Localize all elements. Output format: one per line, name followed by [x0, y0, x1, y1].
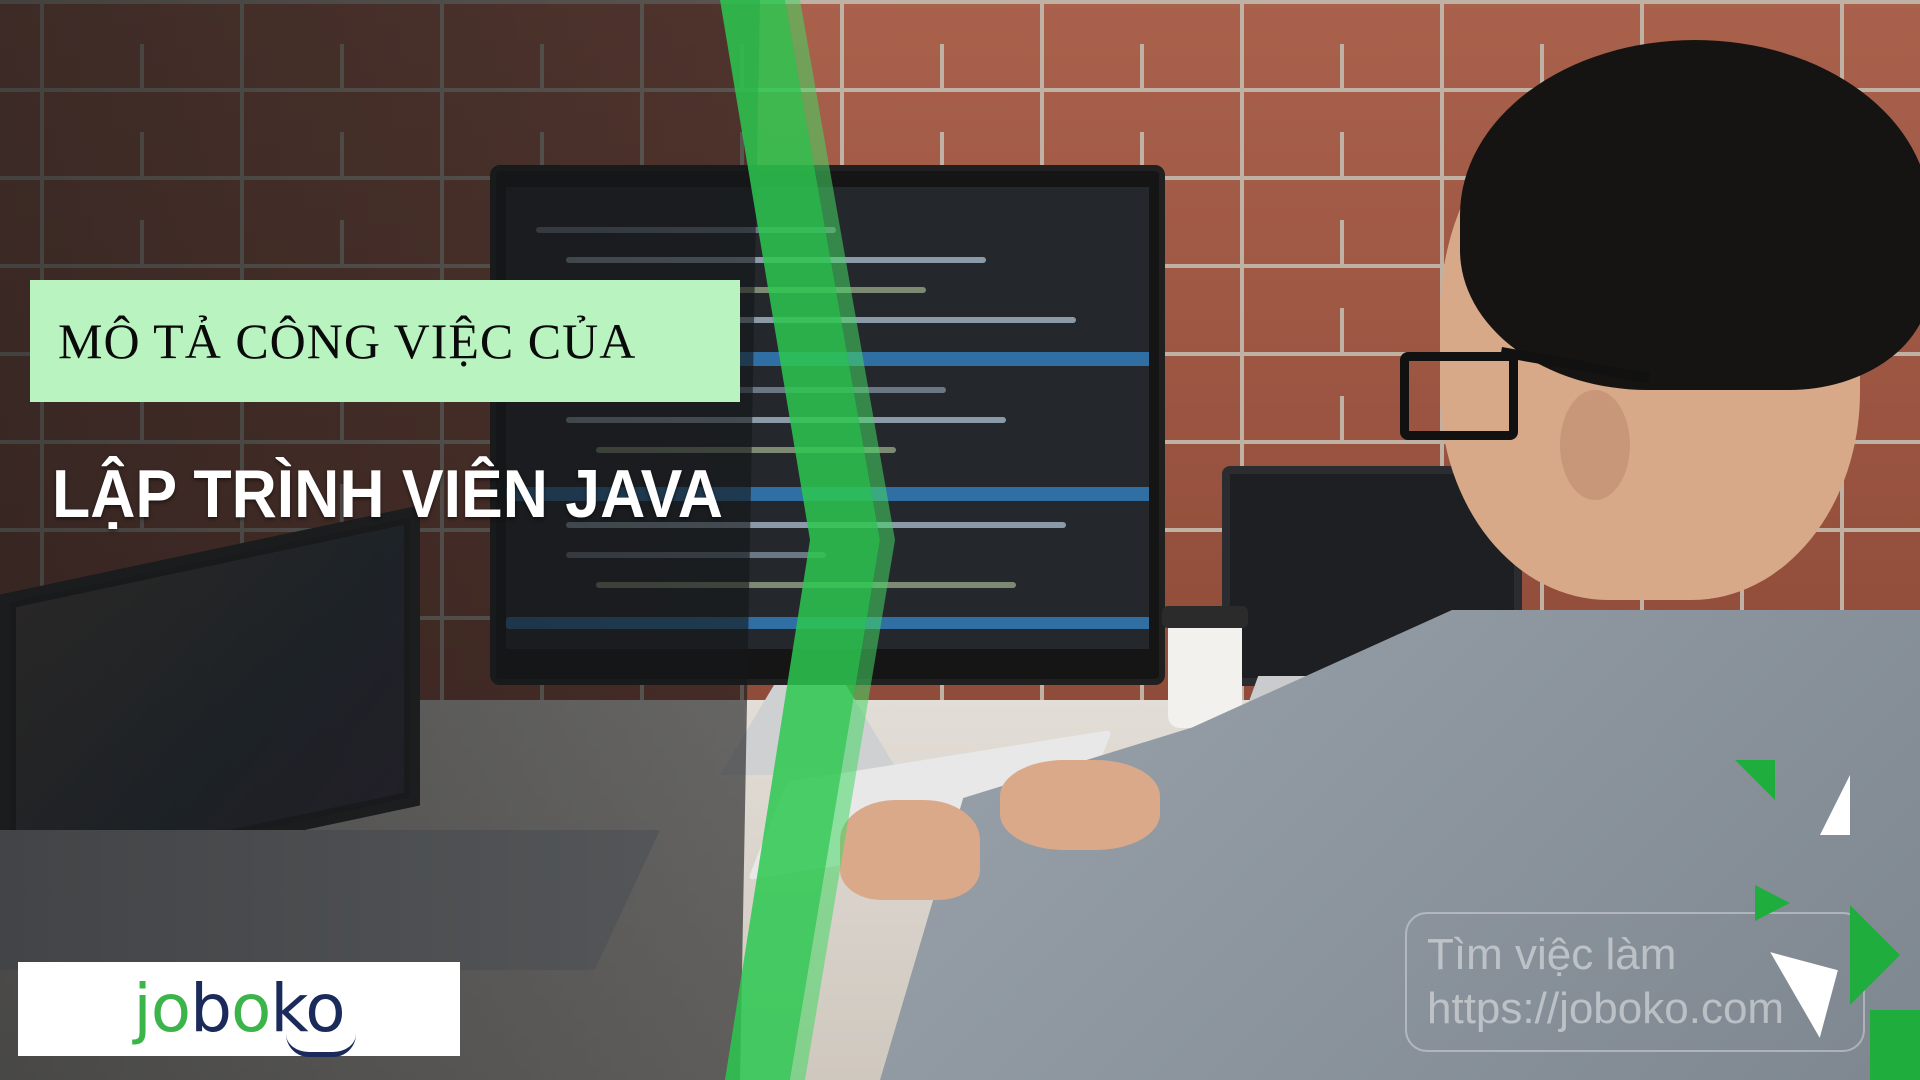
person-hair — [1460, 40, 1920, 390]
person-ear — [1560, 390, 1630, 500]
green-triangle-icon — [1735, 760, 1775, 800]
glasses — [1400, 352, 1518, 440]
person-hand-left — [840, 800, 980, 900]
logo-text-o: o — [230, 970, 271, 1047]
logo-wordmark: joboko — [133, 976, 345, 1042]
main-title: LẬP TRÌNH VIÊN JAVA — [52, 456, 723, 532]
subtitle-box: MÔ TẢ CÔNG VIỆC CỦA — [30, 280, 740, 402]
green-arrow-icon — [1850, 905, 1900, 1005]
white-triangle-icon — [1820, 775, 1850, 835]
job-banner: MÔ TẢ CÔNG VIỆC CỦA LẬP TRÌNH VIÊN JAVA … — [0, 0, 1920, 1080]
joboko-logo[interactable]: joboko — [18, 962, 460, 1057]
logo-text-jo: jo — [133, 970, 191, 1047]
logo-smile-icon — [286, 1034, 356, 1057]
subtitle-text: MÔ TẢ CÔNG VIỆC CỦA — [58, 313, 637, 369]
green-arrow-icon — [1755, 885, 1790, 921]
person-hand-right — [1000, 760, 1160, 850]
green-block-icon — [1870, 1010, 1920, 1080]
logo-text-b: b — [190, 970, 232, 1047]
